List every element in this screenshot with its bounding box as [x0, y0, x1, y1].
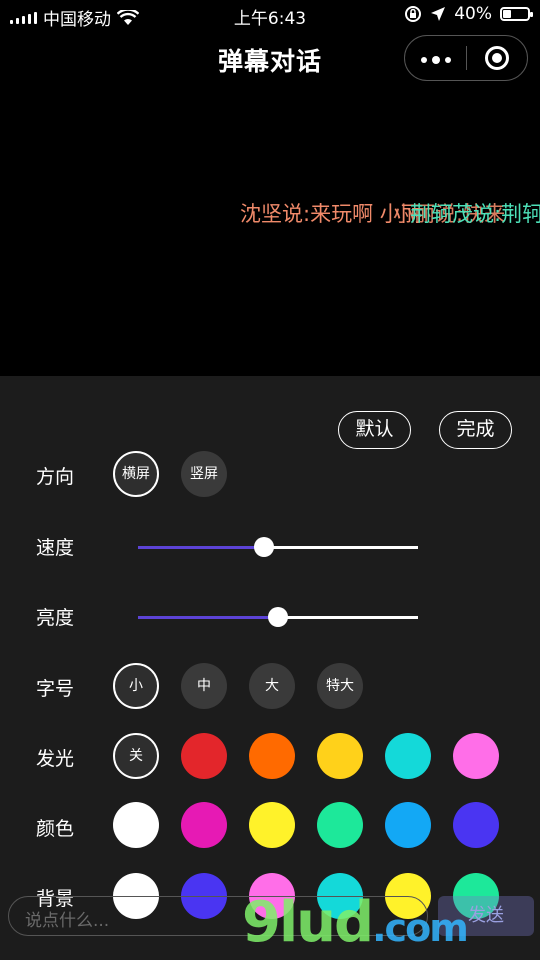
capsule-divider — [466, 46, 467, 70]
glow-label: 发光 — [36, 748, 75, 770]
glow-color-swatch[interactable] — [385, 733, 431, 779]
text-color-swatch[interactable] — [385, 802, 431, 848]
more-icon[interactable] — [421, 56, 451, 64]
glow-color-swatch[interactable] — [453, 733, 499, 779]
direction-portrait-option[interactable]: 竖屏 — [181, 451, 227, 497]
danmaku-stage: 沈坚说:来玩啊 小丽 小丽说:快来 荆轲茂说:荆轲 — [0, 90, 540, 376]
done-button[interactable]: 完成 — [439, 411, 512, 449]
glow-off-option[interactable]: 关 — [113, 733, 159, 779]
watermark-main: 9lud — [242, 890, 374, 955]
settings-panel: 默认 完成 方向 横屏 竖屏 速度 亮度 字号 小 中 大 特大 发光 关 颜色… — [0, 376, 540, 960]
brightness-slider-thumb[interactable] — [268, 607, 288, 627]
speed-slider[interactable] — [138, 537, 418, 557]
glow-color-swatch[interactable] — [181, 733, 227, 779]
glow-color-swatch[interactable] — [249, 733, 295, 779]
brightness-label: 亮度 — [36, 607, 75, 629]
orientation-lock-icon — [405, 6, 422, 22]
status-right: 40% — [404, 4, 533, 24]
battery-icon — [500, 7, 533, 21]
speed-slider-fill — [138, 546, 264, 549]
brightness-slider-fill — [138, 616, 278, 619]
battery-percent: 40% — [454, 4, 492, 24]
mini-program-capsule — [404, 35, 528, 81]
text-color-swatch[interactable] — [181, 802, 227, 848]
status-bar: 中国移动 上午6:43 40% — [0, 0, 540, 30]
text-color-swatch[interactable] — [317, 802, 363, 848]
close-target-icon[interactable] — [485, 46, 509, 70]
font-size-large-option[interactable]: 大 — [249, 663, 295, 709]
color-label: 颜色 — [36, 818, 75, 840]
brightness-slider[interactable] — [138, 607, 418, 627]
font-size-small-option[interactable]: 小 — [113, 663, 159, 709]
speed-label: 速度 — [36, 537, 75, 559]
danmaku-item: 荆轲茂说:荆轲 — [410, 202, 540, 226]
text-color-swatch[interactable] — [113, 802, 159, 848]
default-button[interactable]: 默认 — [338, 411, 411, 449]
text-color-swatch[interactable] — [249, 802, 295, 848]
watermark-suffix: .com — [372, 906, 469, 950]
font-size-label: 字号 — [36, 678, 75, 700]
font-size-xlarge-option[interactable]: 特大 — [317, 663, 363, 709]
direction-landscape-option[interactable]: 横屏 — [113, 451, 159, 497]
direction-label: 方向 — [36, 466, 75, 488]
text-color-swatch[interactable] — [453, 802, 499, 848]
speed-slider-thumb[interactable] — [254, 537, 274, 557]
site-watermark: 9lud.com — [242, 890, 469, 955]
location-icon — [431, 7, 446, 21]
glow-color-swatch[interactable] — [317, 733, 363, 779]
message-input-placeholder: 说点什么... — [25, 911, 110, 931]
font-size-medium-option[interactable]: 中 — [181, 663, 227, 709]
